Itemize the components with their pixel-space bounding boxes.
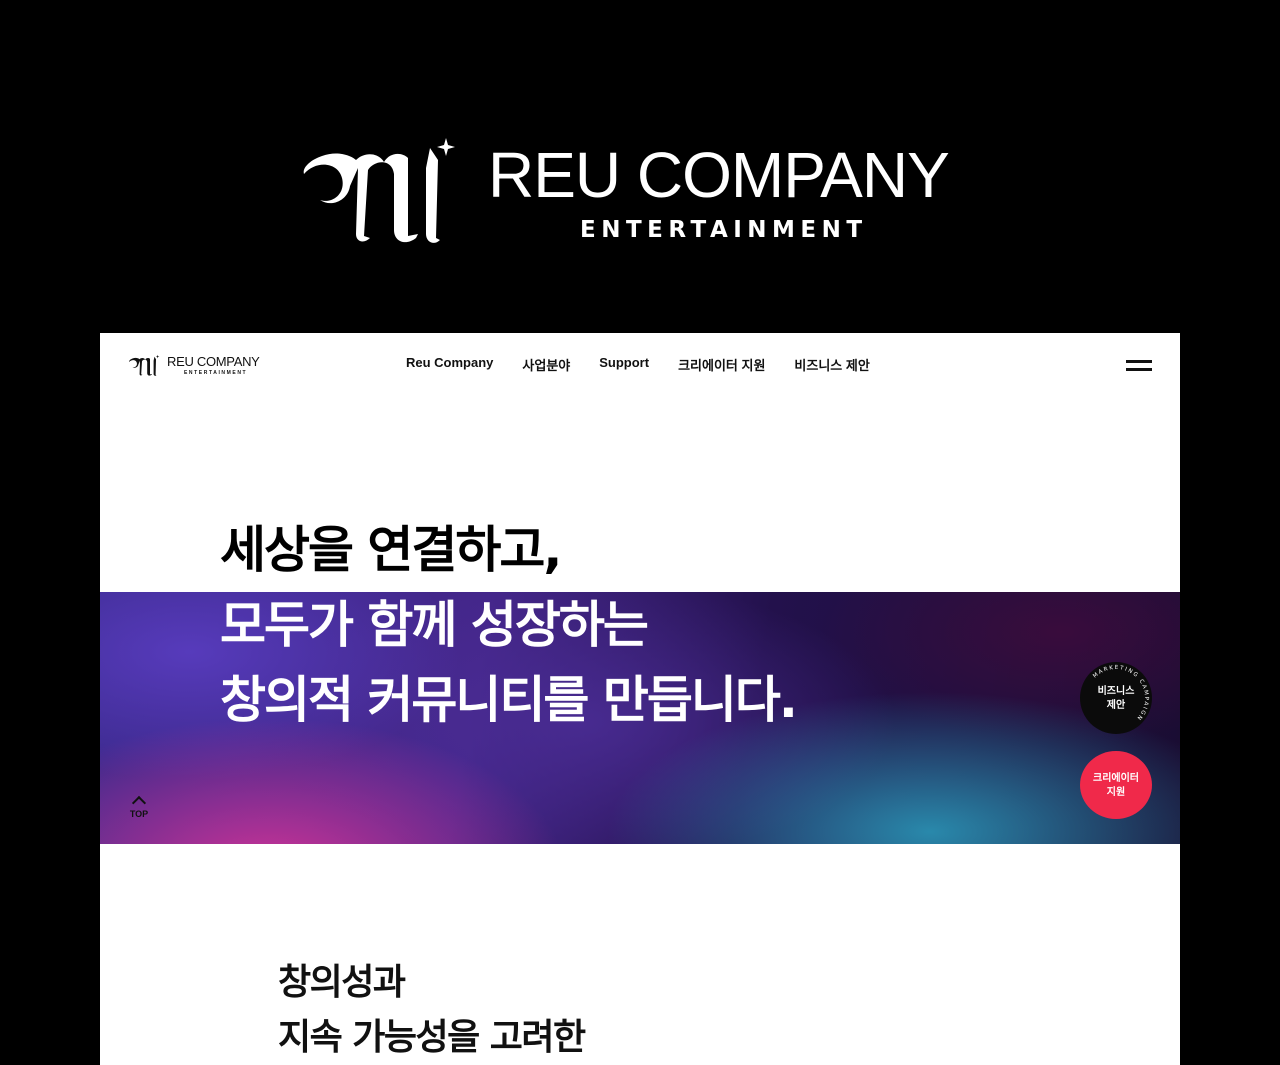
scroll-top-button[interactable]: TOP — [126, 794, 152, 820]
hero-headline: 세상을 연결하고, 모두가 함께 성장하는 창의적 커뮤니티를 만듭니다. — [220, 513, 798, 738]
business-badge-line-2: 제안 — [1106, 700, 1126, 711]
section-heading: 창의성과 지속 가능성을 고려한 — [278, 955, 586, 1065]
business-proposal-badge[interactable]: MARKETING CAMPAIGN 비즈니스 제안 — [1080, 662, 1152, 734]
brand-hero: REU COMPANY ENTERTAINMENT — [0, 0, 1280, 333]
nav-item-support[interactable]: Support — [599, 355, 649, 374]
hamburger-icon[interactable] — [1126, 360, 1152, 372]
nav-logo-tagline: ENTERTAINMENT — [184, 370, 248, 376]
business-badge-label: 비즈니스 제안 — [1080, 685, 1152, 713]
website-frame: REU COMPANY ENTERTAINMENT Reu Company 사업… — [100, 333, 1180, 1065]
section-heading-line-1: 창의성과 — [278, 962, 406, 1003]
nav-item-business-areas[interactable]: 사업분야 — [522, 355, 570, 374]
hero-line-2: 모두가 함께 성장하는 — [220, 596, 649, 654]
creator-badge-line-1: 크리에이터 — [1093, 773, 1139, 784]
scroll-top-label: TOP — [129, 809, 149, 819]
creator-badge-label: 크리에이터 지원 — [1080, 772, 1152, 800]
creator-badge-line-2: 지원 — [1106, 787, 1126, 798]
creator-support-badge[interactable]: 크리에이터 지원 — [1080, 751, 1152, 819]
reu-monogram-icon — [129, 354, 160, 376]
section-heading-line-2: 지속 가능성을 고려한 — [278, 1017, 586, 1058]
hero-line-1: 세상을 연결하고, — [220, 521, 562, 579]
nav-item-creator-support[interactable]: 크리에이터 지원 — [678, 355, 765, 374]
nav-item-business-proposal[interactable]: 비즈니스 제안 — [794, 355, 869, 374]
nav-logo-name: REU COMPANY — [167, 354, 260, 369]
nav-menu: Reu Company 사업분야 Support 크리에이터 지원 비즈니스 제… — [406, 355, 870, 374]
business-badge-line-1: 비즈니스 — [1097, 686, 1135, 697]
nav-item-reu-company[interactable]: Reu Company — [406, 355, 493, 374]
top-navigation: REU COMPANY ENTERTAINMENT Reu Company 사업… — [100, 333, 1180, 397]
chevron-up-icon — [131, 795, 147, 811]
brand-tagline: ENTERTAINMENT — [580, 217, 868, 243]
reu-monogram-logo — [303, 138, 455, 243]
nav-logo[interactable]: REU COMPANY ENTERTAINMENT — [128, 353, 278, 379]
hero-line-3: 창의적 커뮤니티를 만듭니다. — [220, 671, 798, 729]
brand-name: REU COMPANY — [488, 139, 950, 211]
